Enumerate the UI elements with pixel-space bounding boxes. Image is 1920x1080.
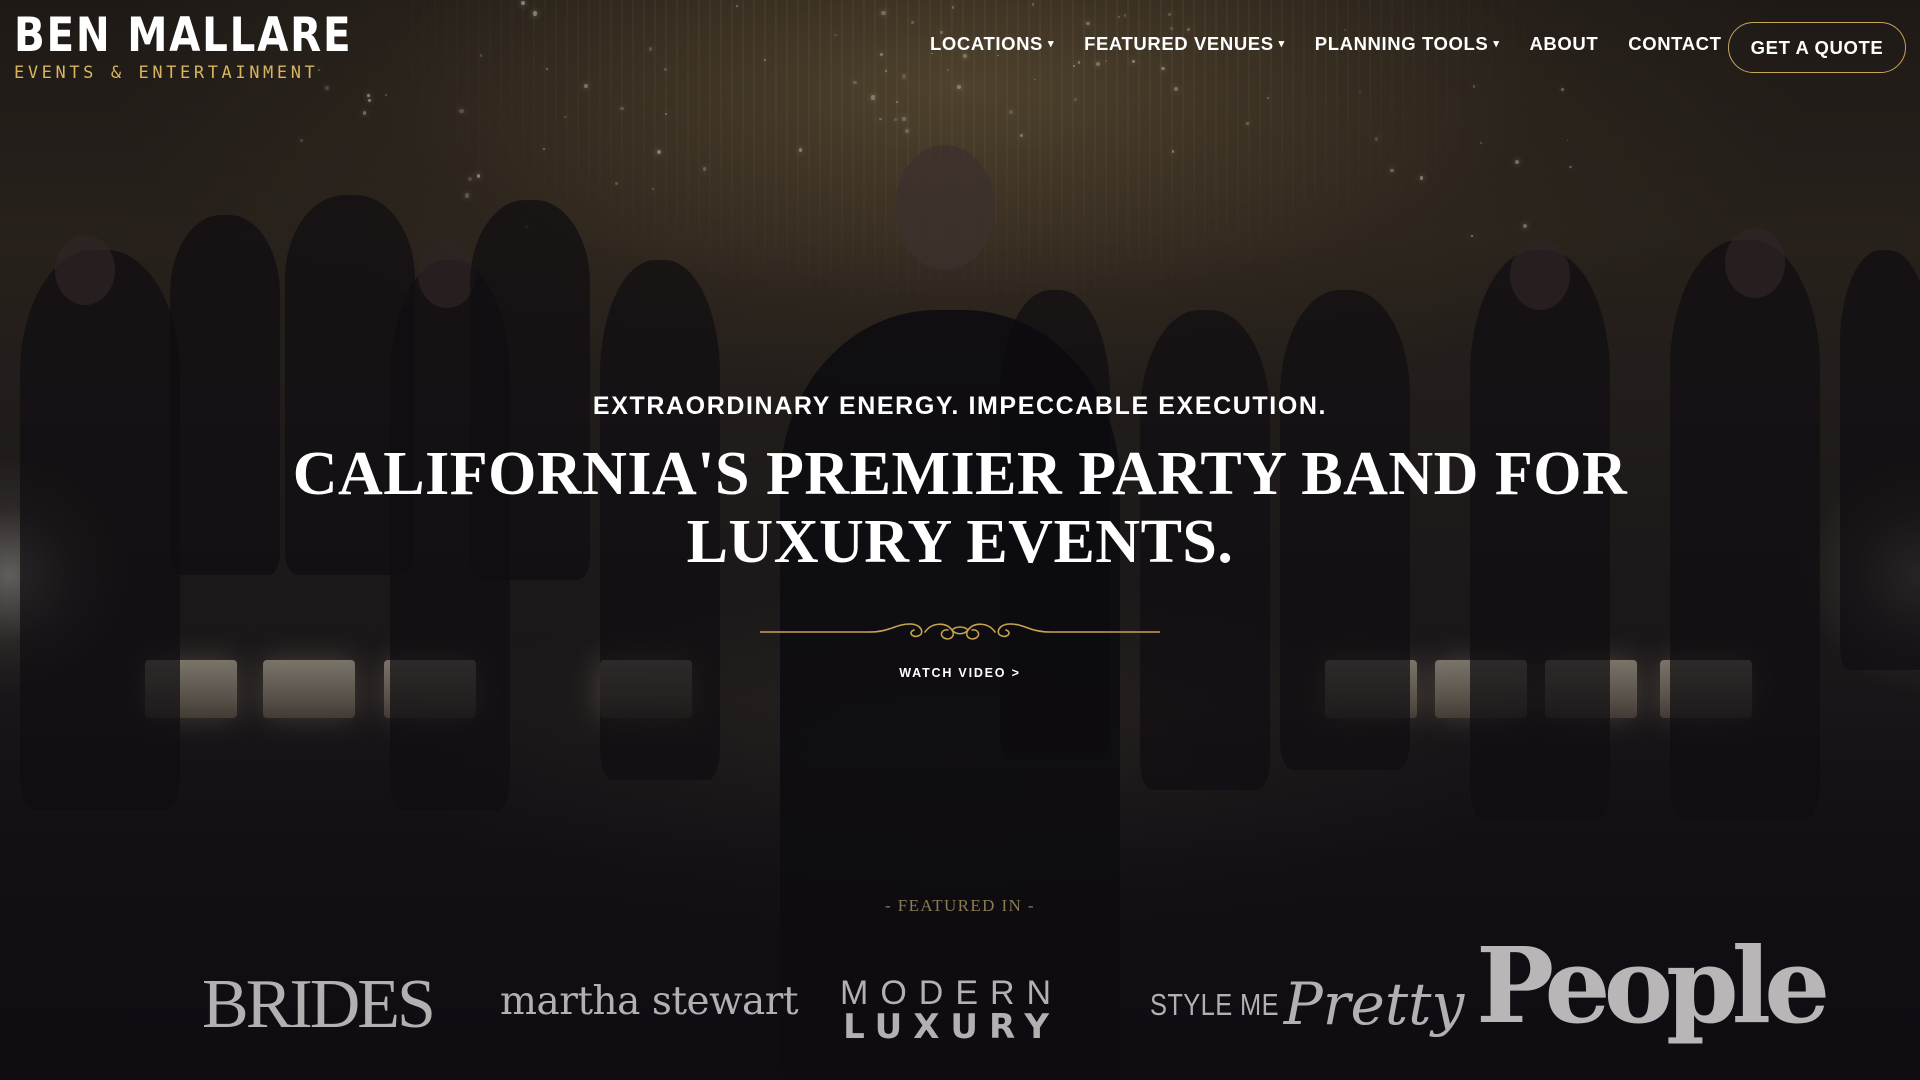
nav-item-label: PLANNING TOOLS bbox=[1314, 33, 1489, 54]
nav-item-label: FEATURED VENUES bbox=[1084, 33, 1274, 54]
nav-item-label: CONTACT bbox=[1628, 33, 1722, 54]
people-logo: People bbox=[1476, 924, 1830, 1047]
nav-item-contact[interactable]: CONTACT bbox=[1628, 33, 1721, 55]
brand-logo[interactable]: BEN MALLARE EVENTS & ENTERTAINMENT bbox=[14, 12, 407, 82]
hero-headline-line: LUXURY EVENTS. bbox=[686, 508, 1234, 576]
modern-luxury-line: LUXURY bbox=[843, 1007, 1060, 1047]
style-me-pretty-logo: STYLE ME Pretty bbox=[1150, 975, 1464, 1033]
nav-item-label: ABOUT bbox=[1529, 33, 1599, 54]
main-nav: LOCATIONS ▾ FEATURED VENUES ▾ PLANNING TOO… bbox=[930, 33, 1752, 55]
watch-video-link[interactable]: WATCH VIDEO > bbox=[0, 666, 1920, 680]
brides-logo: BRIDES bbox=[202, 966, 436, 1043]
brand-tagline: EVENTS & ENTERTAINMENT bbox=[14, 63, 319, 83]
nav-item-label: LOCATIONS bbox=[930, 33, 1043, 54]
featured-in-label: - FEATURED IN - bbox=[885, 896, 1035, 915]
hero-headline-line: CALIFORNIA'S PREMIER PARTY BAND FOR bbox=[292, 440, 1628, 508]
style-me-pretty-line: Pretty bbox=[1283, 970, 1465, 1038]
nav-item-featured-venues[interactable]: FEATURED VENUES ▾ bbox=[1084, 33, 1285, 55]
modern-luxury-line: MODERN bbox=[840, 974, 1064, 1012]
nav-item-about[interactable]: ABOUT bbox=[1529, 33, 1598, 55]
hero-eyebrow: EXTRAORDINARY ENERGY. IMPECCABLE EXECUTI… bbox=[592, 392, 1328, 420]
site-header: BEN MALLARE EVENTS & ENTERTAINMENT LOCAT… bbox=[0, 0, 1920, 100]
martha-stewart-logo: martha stewart bbox=[500, 979, 799, 1024]
nav-item-planning-tools[interactable]: PLANNING TOOLS ▾ bbox=[1315, 33, 1500, 55]
nav-item-locations[interactable]: LOCATIONS ▾ bbox=[930, 33, 1054, 55]
modern-luxury-logo: MODERN LUXURY bbox=[840, 976, 1063, 1044]
hero-headline: CALIFORNIA'S PREMIER PARTY BAND FOR LUXU… bbox=[0, 440, 1920, 576]
gold-flourish-divider-icon bbox=[760, 623, 1160, 640]
style-me-pretty-line: STYLE ME bbox=[1150, 986, 1280, 1022]
get-a-quote-button[interactable]: GET A QUOTE bbox=[1728, 22, 1906, 73]
caret-down-icon: ▾ bbox=[1047, 37, 1055, 50]
brand-name: BEN MALLARE bbox=[14, 8, 353, 63]
caret-down-icon: ▾ bbox=[1493, 37, 1500, 50]
caret-down-icon: ▾ bbox=[1278, 37, 1285, 50]
